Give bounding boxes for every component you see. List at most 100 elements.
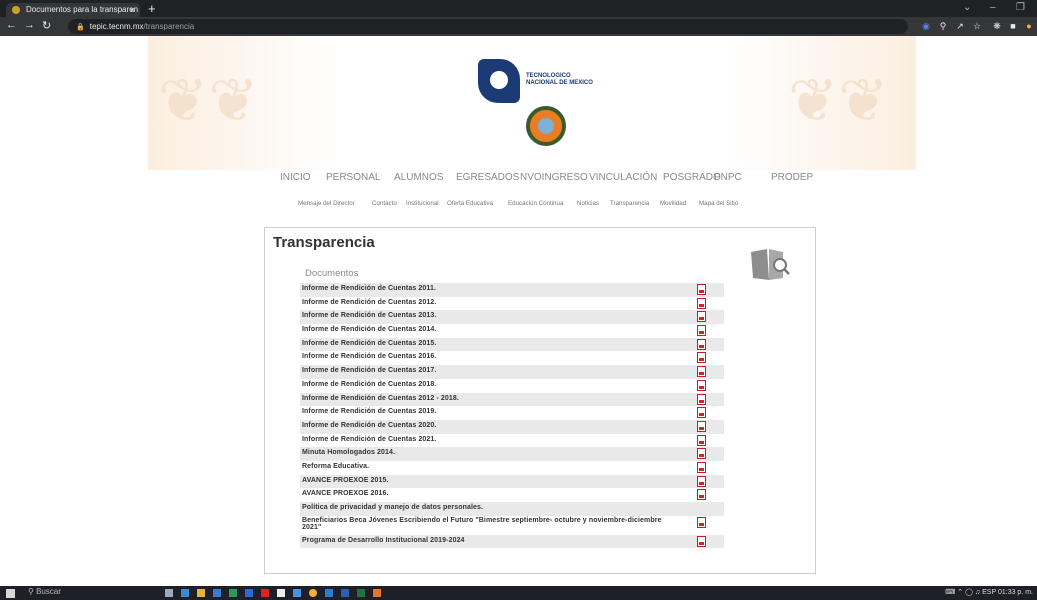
pdf-icon[interactable]	[697, 379, 706, 391]
document-link[interactable]: Informe de Rendición de Cuentas 2020.	[302, 422, 436, 429]
document-link[interactable]: Informe de Rendición de Cuentas 2014.	[302, 326, 436, 333]
new-tab-button[interactable]: +	[148, 1, 156, 16]
document-link[interactable]: Programa de Desarrollo Institucional 201…	[302, 537, 465, 544]
pdf-icon[interactable]	[697, 407, 706, 419]
app-icon[interactable]	[373, 589, 381, 597]
back-icon[interactable]: ←	[6, 19, 17, 31]
tab-title: Documentos para la transparen	[26, 5, 139, 14]
minimize-icon[interactable]: –	[990, 2, 996, 13]
subnav-item-noticias[interactable]: Noticias	[577, 200, 599, 207]
document-link[interactable]: Informe de Rendición de Cuentas 2013.	[302, 312, 436, 319]
pdf-icon[interactable]	[697, 393, 706, 405]
pdf-icon[interactable]	[697, 475, 706, 487]
close-tab-icon[interactable]: ×	[130, 3, 135, 17]
bookmark-star-icon[interactable]: ☆	[972, 21, 982, 31]
pdf-icon[interactable]	[697, 284, 706, 295]
subnav-item-contacto[interactable]: Contacto	[372, 200, 397, 207]
document-link[interactable]: Reforma Educativa.	[302, 463, 369, 470]
app-icon[interactable]	[325, 589, 333, 597]
document-link[interactable]: Política de privacidad y manejo de datos…	[302, 504, 483, 511]
pdf-icon[interactable]	[697, 461, 706, 473]
app-icon[interactable]	[277, 589, 285, 597]
share-icon[interactable]: ↗	[955, 21, 965, 31]
document-link[interactable]: Informe de Rendición de Cuentas 2015.	[302, 340, 436, 347]
document-link[interactable]: Beneficiarios Beca Jóvenes Escribiendo e…	[302, 517, 682, 532]
nav-item-egresados[interactable]: EGRESADOS	[456, 172, 519, 183]
pdf-icon[interactable]	[697, 535, 706, 547]
network-icon[interactable]: ◯	[965, 589, 973, 596]
restore-icon[interactable]: ❐	[1016, 2, 1025, 13]
decorative-pattern: ❦❦	[158, 68, 259, 134]
forward-icon[interactable]: →	[24, 19, 35, 31]
pdf-icon[interactable]	[697, 311, 706, 323]
profile-icon[interactable]: ●	[1024, 21, 1034, 31]
address-bar[interactable]: 🔒 tepic.tecnm.mx/transparencia	[68, 19, 908, 34]
tecnm-logo-icon[interactable]	[478, 59, 520, 103]
pdf-icon[interactable]	[697, 434, 706, 446]
nav-item-pnpc[interactable]: PNPC	[714, 172, 742, 183]
clock[interactable]: 01:33 p. m.	[998, 589, 1033, 596]
document-link[interactable]: Informe de Rendición de Cuentas 2016.	[302, 353, 436, 360]
pdf-icon[interactable]	[697, 489, 706, 501]
pdf-icon[interactable]	[697, 448, 706, 460]
extensions-icon[interactable]: ❋	[992, 21, 1002, 31]
document-link[interactable]: Informe de Rendición de Cuentas 2019.	[302, 408, 436, 415]
reload-icon[interactable]: ↻	[42, 19, 51, 32]
app-icon[interactable]	[261, 589, 269, 597]
file-explorer-icon[interactable]	[197, 589, 205, 597]
pdf-icon[interactable]	[697, 338, 706, 350]
pdf-icon[interactable]	[697, 420, 706, 432]
app-icon[interactable]	[213, 589, 221, 597]
app-icon[interactable]	[181, 589, 189, 597]
document-link[interactable]: AVANCE PROEXOE 2015.	[302, 477, 389, 484]
subnav-item-mensaje[interactable]: Mensaje del Director	[298, 200, 355, 207]
subnav-item-educacion[interactable]: Educación Continua	[508, 200, 563, 207]
document-row: Informe de Rendición de Cuentas 2017.	[300, 365, 724, 379]
edge-icon[interactable]	[245, 589, 253, 597]
volume-icon[interactable]: ♫	[975, 589, 980, 596]
windows-start-icon[interactable]	[6, 589, 15, 598]
document-link[interactable]: Informe de Rendición de Cuentas 2012.	[302, 299, 436, 306]
zoom-icon[interactable]: ⚲	[938, 21, 948, 31]
pdf-icon[interactable]	[697, 352, 706, 364]
task-view-icon[interactable]	[165, 589, 173, 597]
keyboard-icon[interactable]: ⌨	[945, 589, 955, 596]
document-link[interactable]: Informe de Rendición de Cuentas 2018.	[302, 381, 436, 388]
document-link[interactable]: AVANCE PROEXOE 2016.	[302, 490, 389, 497]
nav-item-personal[interactable]: PERSONAL	[326, 172, 380, 183]
chevron-down-icon[interactable]: ⌄	[963, 2, 971, 13]
subnav-item-mapa[interactable]: Mapa del Sitio	[699, 200, 738, 207]
pdf-icon[interactable]	[697, 516, 706, 528]
document-link[interactable]: Informe de Rendición de Cuentas 2017.	[302, 367, 436, 374]
sidepanel-icon[interactable]: ■	[1008, 21, 1018, 31]
nav-item-vinculacion[interactable]: VINCULACIÓN	[589, 172, 657, 183]
subnav-item-transparencia[interactable]: Transparencia	[610, 200, 649, 207]
subnav-item-institucional[interactable]: Institucional	[406, 200, 439, 207]
nav-item-prodep[interactable]: PRODEP	[771, 172, 813, 183]
excel-icon[interactable]	[357, 589, 365, 597]
document-link[interactable]: Informe de Rendición de Cuentas 2011.	[302, 285, 436, 292]
nav-item-inicio[interactable]: INICIO	[280, 172, 311, 183]
browser-toolbar: ← → ↻ 🔒 tepic.tecnm.mx/transparencia ◉ ⚲ …	[0, 17, 1037, 36]
word-icon[interactable]	[341, 589, 349, 597]
pdf-icon[interactable]	[697, 325, 706, 337]
tray-chevron-icon[interactable]: ⌃	[957, 589, 963, 596]
document-row: Informe de Rendición de Cuentas 2012.	[300, 297, 724, 311]
browser-tab[interactable]: Documentos para la transparen ×	[6, 3, 140, 17]
nav-item-nvoingreso[interactable]: NVOINGRESO	[520, 172, 588, 183]
subnav-item-oferta[interactable]: Oferta Educativa	[447, 200, 493, 207]
nav-item-posgrado[interactable]: POSGRADO	[663, 172, 721, 183]
document-link[interactable]: Informe de Rendición de Cuentas 2021.	[302, 436, 436, 443]
app-icon[interactable]	[293, 589, 301, 597]
google-lens-icon[interactable]: ◉	[921, 21, 931, 31]
subnav-item-movilidad[interactable]: Movilidad	[660, 200, 686, 207]
document-link[interactable]: Minuta Homologados 2014.	[302, 449, 395, 456]
document-link[interactable]: Informe de Rendición de Cuentas 2012 - 2…	[302, 395, 459, 402]
language-indicator[interactable]: ESP	[982, 589, 996, 596]
chrome-icon[interactable]	[309, 589, 317, 597]
pdf-icon[interactable]	[697, 366, 706, 378]
pdf-icon[interactable]	[697, 297, 706, 309]
taskbar-search[interactable]: ⚲ Buscar	[28, 587, 61, 596]
app-icon[interactable]	[229, 589, 237, 597]
nav-item-alumnos[interactable]: ALUMNOS	[394, 172, 443, 183]
